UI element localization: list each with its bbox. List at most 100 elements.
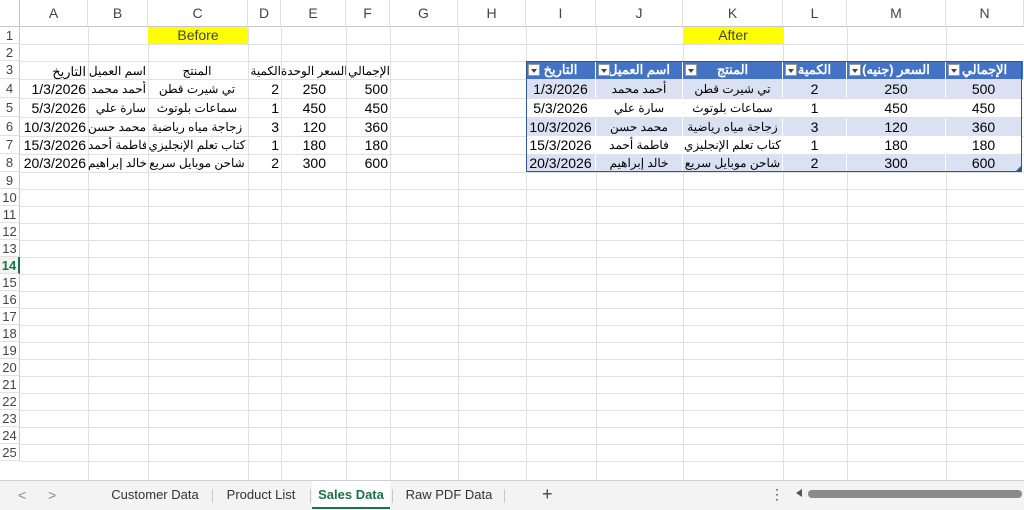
after-cell-quantity[interactable]: 2 <box>783 80 847 98</box>
row-header-4[interactable]: 4 <box>0 79 20 98</box>
before-cell-quantity[interactable]: 3 <box>248 119 279 136</box>
before-header-total[interactable]: الإجمالي <box>346 63 390 80</box>
row-header-5[interactable]: 5 <box>0 98 20 117</box>
before-cell-date[interactable]: 1/3/2026 <box>20 81 87 98</box>
before-cell-customer[interactable]: فاطمة أحمد <box>88 137 146 154</box>
tab-sales-data[interactable]: Sales Data <box>312 481 390 509</box>
before-cell-total[interactable]: 180 <box>346 137 388 154</box>
filter-dropdown-icon[interactable] <box>785 64 797 76</box>
column-header-e[interactable]: E <box>281 0 346 27</box>
after-cell-quantity[interactable]: 1 <box>783 99 847 117</box>
after-cell-customer[interactable]: سارة علي <box>596 99 683 117</box>
after-cell-product[interactable]: تي شيرت قطن <box>683 80 783 98</box>
before-cell-total[interactable]: 450 <box>346 100 388 117</box>
row-header-7[interactable]: 7 <box>0 136 20 154</box>
after-cell-customer[interactable]: أحمد محمد <box>596 80 683 98</box>
after-cell-date[interactable]: 1/3/2026 <box>526 80 596 98</box>
row-header-6[interactable]: 6 <box>0 117 20 136</box>
after-cell-price[interactable]: 450 <box>847 99 946 117</box>
after-cell-product[interactable]: سماعات بلوتوث <box>683 99 783 117</box>
table-resize-handle[interactable] <box>1016 166 1021 171</box>
after-label[interactable]: After <box>683 27 783 44</box>
before-cell-product[interactable]: كتاب تعلم الإنجليزي <box>148 137 246 154</box>
after-cell-price[interactable]: 120 <box>847 118 946 136</box>
row-header-1[interactable]: 1 <box>0 27 20 44</box>
row-header-24[interactable]: 24 <box>0 427 20 444</box>
before-header-date[interactable]: التاريخ <box>20 63 86 80</box>
after-cell-customer[interactable]: فاطمة أحمد <box>596 136 683 154</box>
after-header-date[interactable]: التاريخ <box>526 61 596 79</box>
row-header-19[interactable]: 19 <box>0 342 20 359</box>
row-header-11[interactable]: 11 <box>0 206 20 223</box>
row-header-15[interactable]: 15 <box>0 274 20 291</box>
before-cell-product[interactable]: تي شيرت قطن <box>148 81 246 98</box>
row-header-8[interactable]: 8 <box>0 154 20 172</box>
after-cell-price[interactable]: 180 <box>847 136 946 154</box>
before-cell-unit-price[interactable]: 120 <box>281 119 344 136</box>
after-header-total[interactable]: الإجمالي <box>946 61 1024 79</box>
column-header-h[interactable]: H <box>458 0 526 27</box>
row-header-14[interactable]: 14 <box>0 257 20 274</box>
after-header-quantity[interactable]: الكمية <box>783 61 847 79</box>
before-cell-date[interactable]: 5/3/2026 <box>20 100 87 117</box>
before-cell-product[interactable]: زجاجة مياه رياضية <box>148 119 246 136</box>
before-cell-date[interactable]: 15/3/2026 <box>20 137 86 154</box>
column-header-l[interactable]: L <box>783 0 847 27</box>
after-cell-total[interactable]: 180 <box>946 136 1022 154</box>
column-header-i[interactable]: I <box>526 0 596 27</box>
filter-dropdown-icon[interactable] <box>849 64 861 76</box>
after-cell-product[interactable]: زجاجة مياه رياضية <box>683 118 783 136</box>
before-cell-customer[interactable]: سارة علي <box>88 100 146 117</box>
row-header-9[interactable]: 9 <box>0 172 20 189</box>
after-header-customer[interactable]: اسم العميل <box>596 61 683 79</box>
after-cell-total[interactable]: 360 <box>946 118 1022 136</box>
after-cell-product[interactable]: شاحن موبايل سريع <box>683 154 783 172</box>
before-cell-date[interactable]: 10/3/2026 <box>20 119 86 136</box>
after-cell-date[interactable]: 15/3/2026 <box>526 136 596 154</box>
row-header-10[interactable]: 10 <box>0 189 20 206</box>
column-header-j[interactable]: J <box>596 0 683 27</box>
tab-product-list[interactable]: Product List <box>214 481 308 509</box>
after-cell-quantity[interactable]: 3 <box>783 118 847 136</box>
before-cell-customer[interactable]: محمد حسن <box>88 119 146 136</box>
after-cell-quantity[interactable]: 1 <box>783 136 847 154</box>
add-sheet-icon[interactable]: + <box>542 484 553 505</box>
after-header-price[interactable]: السعر (جنيه) <box>847 61 946 79</box>
before-header-customer[interactable]: اسم العميل <box>88 63 146 80</box>
column-header-k[interactable]: K <box>683 0 783 27</box>
after-cell-date[interactable]: 20/3/2026 <box>526 154 596 172</box>
row-header-16[interactable]: 16 <box>0 291 20 308</box>
after-cell-customer[interactable]: محمد حسن <box>596 118 683 136</box>
column-header-a[interactable]: A <box>20 0 88 27</box>
before-cell-quantity[interactable]: 1 <box>248 100 279 117</box>
before-cell-total[interactable]: 500 <box>346 81 388 98</box>
after-cell-price[interactable]: 250 <box>847 80 946 98</box>
row-header-2[interactable]: 2 <box>0 44 20 61</box>
row-header-22[interactable]: 22 <box>0 393 20 410</box>
before-header-quantity[interactable]: الكمية <box>248 63 281 80</box>
after-cell-quantity[interactable]: 2 <box>783 154 847 172</box>
after-cell-date[interactable]: 10/3/2026 <box>526 118 596 136</box>
column-header-c[interactable]: C <box>148 0 248 27</box>
after-cell-customer[interactable]: خالد إبراهيم <box>596 154 683 172</box>
before-cell-product[interactable]: شاحن موبايل سريع <box>148 155 246 172</box>
after-header-product[interactable]: المنتج <box>683 61 783 79</box>
next-sheet-icon[interactable]: > <box>48 487 56 503</box>
after-cell-total[interactable]: 600 <box>946 154 1022 172</box>
filter-dropdown-icon[interactable] <box>598 64 610 76</box>
filter-dropdown-icon[interactable] <box>528 64 540 76</box>
before-cell-date[interactable]: 20/3/2026 <box>20 155 86 172</box>
scroll-left-icon[interactable] <box>796 489 802 497</box>
before-cell-total[interactable]: 360 <box>346 119 388 136</box>
after-cell-total[interactable]: 500 <box>946 80 1022 98</box>
row-header-23[interactable]: 23 <box>0 410 20 427</box>
column-header-f[interactable]: F <box>346 0 390 27</box>
row-header-13[interactable]: 13 <box>0 240 20 257</box>
before-cell-customer[interactable]: خالد إبراهيم <box>88 155 146 172</box>
prev-sheet-icon[interactable]: < <box>18 487 26 503</box>
row-header-3[interactable]: 3 <box>0 61 20 79</box>
select-all-corner[interactable] <box>0 0 20 27</box>
before-label[interactable]: Before <box>148 27 248 44</box>
before-cell-total[interactable]: 600 <box>346 155 388 172</box>
tab-raw-pdf-data[interactable]: Raw PDF Data <box>396 481 502 509</box>
